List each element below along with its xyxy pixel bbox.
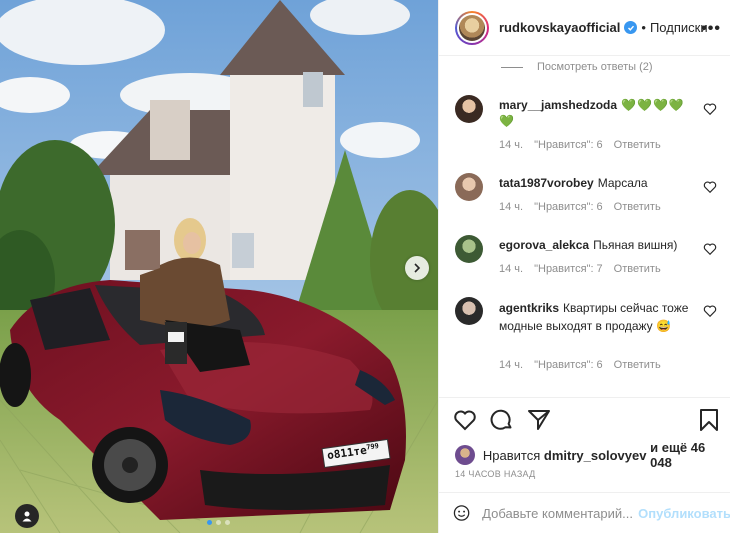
- author-username[interactable]: rudkovskaya​official: [499, 20, 620, 35]
- liker-avatar[interactable]: [455, 445, 475, 465]
- comment-body: agentkriks Квартиры сейчас тоже модные вы…: [499, 299, 689, 335]
- comment-item: mary__jamshedzoda 💚💚💚💚💚 14 ч. "Нравится":…: [455, 95, 725, 155]
- carousel-dot-active: [207, 520, 212, 525]
- comment-meta: 14 ч. "Нравится": 6 Ответить: [499, 201, 661, 213]
- header-separator: •: [641, 20, 646, 35]
- comment-avatar[interactable]: [455, 297, 483, 325]
- emoji-icon[interactable]: [453, 501, 470, 525]
- comment-body: tata1987vorobey Марсала: [499, 175, 699, 191]
- comment-avatar[interactable]: [455, 173, 483, 201]
- heart-icon[interactable]: [703, 102, 717, 116]
- view-replies-button[interactable]: Посмотреть ответы (2): [501, 61, 653, 73]
- comment-username[interactable]: egorova_alekca: [499, 238, 589, 252]
- comment-time[interactable]: 14 ч.: [499, 263, 523, 275]
- comment-username[interactable]: agentkriks: [499, 301, 559, 315]
- carousel-dot: [225, 520, 230, 525]
- more-options-button[interactable]: •••: [701, 20, 721, 38]
- author-avatar[interactable]: [455, 10, 489, 45]
- reply-button[interactable]: Ответить: [614, 139, 661, 151]
- likes-summary: Нравится dmitry_solovyev и ещё 46 048: [455, 440, 730, 470]
- comment-text: Пьяная вишня): [593, 238, 678, 252]
- view-replies-label: Посмотреть ответы (2): [537, 61, 653, 73]
- comment-meta: 14 ч. "Нравится": 6 Ответить: [499, 359, 661, 371]
- post-header: rudkovskaya​official • Подписки •••: [439, 0, 730, 56]
- comment-input[interactable]: [482, 505, 633, 521]
- comment-likes[interactable]: "Нравится": 6: [534, 139, 603, 151]
- comment-time[interactable]: 14 ч.: [499, 359, 523, 371]
- liker-username[interactable]: dmitry_solovyev: [544, 448, 647, 463]
- reply-button[interactable]: Ответить: [614, 359, 661, 371]
- instagram-post: о811те799 rudkovskaya​official: [0, 0, 730, 533]
- comment-likes[interactable]: "Нравится": 6: [534, 359, 603, 371]
- likes-count[interactable]: и ещё 46 048: [650, 440, 730, 470]
- comment-item: tata1987vorobey Марсала 14 ч. "Нравится":…: [455, 173, 725, 223]
- comment-username[interactable]: tata1987vorobey: [499, 176, 594, 190]
- carousel-indicator: [207, 520, 230, 525]
- comment-avatar[interactable]: [455, 95, 483, 123]
- carousel-dot: [216, 520, 221, 525]
- reply-button[interactable]: Ответить: [614, 201, 661, 213]
- comment-meta: 14 ч. "Нравится": 6 Ответить: [499, 139, 661, 151]
- comment-item: egorova_alekca Пьяная вишня) 14 ч. "Нрави…: [455, 235, 725, 285]
- following-button[interactable]: Подписки: [650, 20, 708, 35]
- comments-list: Посмотреть ответы (2) mary__jamshedzoda 💚…: [439, 57, 730, 397]
- comment-username[interactable]: mary__jamshedzoda: [499, 98, 617, 112]
- next-photo-button[interactable]: [405, 256, 429, 280]
- heart-icon[interactable]: [703, 242, 717, 256]
- heart-icon[interactable]: [703, 304, 717, 318]
- comment-likes[interactable]: "Нравится": 7: [534, 263, 603, 275]
- heart-icon[interactable]: [703, 180, 717, 194]
- comment-likes[interactable]: "Нравится": 6: [534, 201, 603, 213]
- comment-item: agentkriks Квартиры сейчас тоже модные вы…: [455, 297, 725, 377]
- post-photo[interactable]: о811те799: [0, 0, 438, 533]
- user-tag-icon: [22, 511, 32, 522]
- share-icon[interactable]: [527, 408, 551, 432]
- comment-time[interactable]: 14 ч.: [499, 201, 523, 213]
- tagged-users-button[interactable]: [15, 504, 39, 528]
- comment-body: egorova_alekca Пьяная вишня): [499, 237, 699, 253]
- replies-line: [501, 66, 523, 68]
- publish-button[interactable]: Опубликовать: [638, 506, 730, 521]
- comment-avatar[interactable]: [455, 235, 483, 263]
- chevron-right-icon: [414, 263, 421, 273]
- post-actions: [439, 397, 730, 437]
- likes-prefix: Нравится: [482, 447, 541, 463]
- comment-text: Марсала: [597, 176, 648, 190]
- bookmark-icon[interactable]: [697, 408, 721, 432]
- comment-time[interactable]: 14 ч.: [499, 139, 523, 151]
- post-timestamp[interactable]: 14 ЧАСОВ НАЗАД: [455, 469, 536, 479]
- verified-icon: [624, 21, 638, 34]
- comment-body: mary__jamshedzoda 💚💚💚💚💚: [499, 97, 699, 129]
- plate-region: 799: [365, 441, 380, 452]
- add-comment-bar: Опубликовать: [439, 492, 730, 533]
- post-side-panel: rudkovskaya​official • Подписки ••• Посм…: [438, 0, 730, 533]
- heart-icon[interactable]: [453, 408, 477, 432]
- comment-icon[interactable]: [490, 408, 514, 432]
- reply-button[interactable]: Ответить: [614, 263, 661, 275]
- comment-meta: 14 ч. "Нравится": 7 Ответить: [499, 263, 661, 275]
